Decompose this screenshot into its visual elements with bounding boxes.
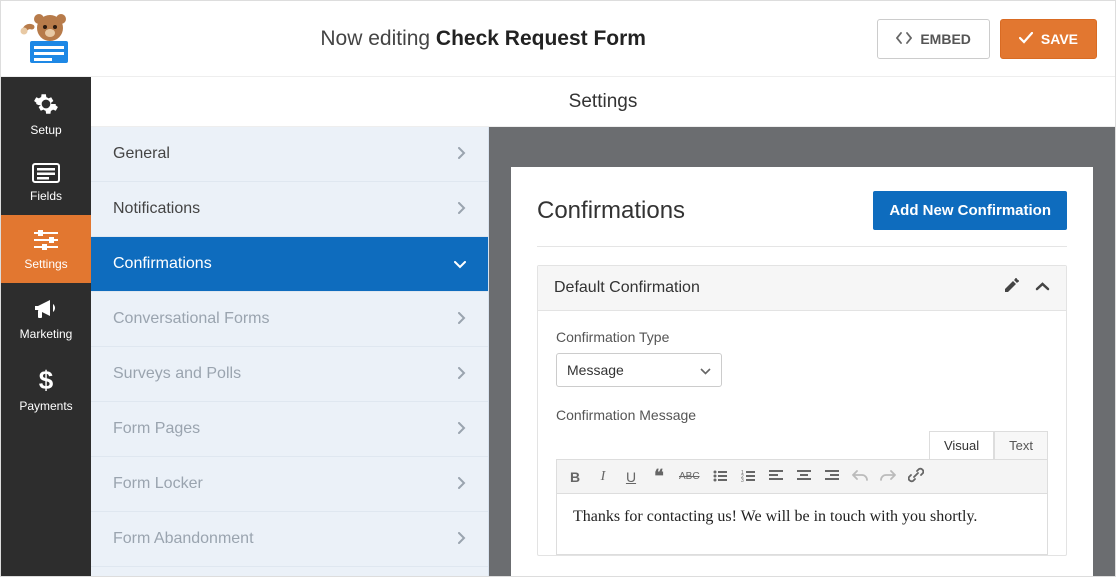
settings-item-conversational-forms[interactable]: Conversational Forms [91, 292, 488, 347]
list-icon [32, 163, 60, 183]
underline-icon[interactable]: U [623, 469, 639, 485]
nav-settings[interactable]: Settings [1, 215, 91, 283]
gear-icon [33, 91, 59, 117]
editing-prefix: Now editing [320, 27, 436, 50]
bullet-list-icon[interactable] [712, 469, 728, 485]
add-confirmation-button[interactable]: Add New Confirmation [873, 191, 1067, 230]
link-icon[interactable] [908, 467, 924, 486]
align-left-icon[interactable] [768, 469, 784, 485]
editor-tab-visual[interactable]: Visual [929, 431, 994, 459]
nav-label: Fields [30, 189, 62, 203]
nav-label: Settings [24, 257, 67, 271]
save-label: SAVE [1041, 31, 1078, 47]
select-value: Message [567, 362, 624, 378]
settings-item-label: Notifications [113, 200, 200, 218]
primary-nav: Setup Fields Settings Marketing $ Paymen… [1, 77, 91, 576]
confirmation-type-label: Confirmation Type [556, 329, 1048, 345]
settings-item-label: Form Abandonment [113, 530, 254, 548]
chevron-down-icon [700, 362, 711, 378]
settings-item-label: Form Locker [113, 475, 203, 493]
settings-item-label: Form Pages [113, 420, 200, 438]
numbered-list-icon[interactable]: 123 [740, 469, 756, 485]
settings-item-surveys-and-polls[interactable]: Surveys and Polls [91, 347, 488, 402]
settings-item-label: Conversational Forms [113, 310, 270, 328]
align-center-icon[interactable] [796, 469, 812, 485]
redo-icon[interactable] [880, 468, 896, 485]
chevron-right-icon [458, 311, 466, 327]
save-button[interactable]: SAVE [1000, 19, 1097, 59]
chevron-right-icon [458, 366, 466, 382]
chevron-right-icon [458, 201, 466, 217]
megaphone-icon [33, 297, 59, 321]
undo-icon[interactable] [852, 468, 868, 485]
nav-payments[interactable]: $ Payments [1, 353, 91, 425]
settings-item-notifications[interactable]: Notifications [91, 182, 488, 237]
nav-fields[interactable]: Fields [1, 149, 91, 215]
nav-setup[interactable]: Setup [1, 77, 91, 149]
settings-item-form-locker[interactable]: Form Locker [91, 457, 488, 512]
main-panel: Confirmations Add New Confirmation Defau… [489, 127, 1115, 576]
section-header: Settings [91, 77, 1115, 127]
chevron-right-icon [458, 421, 466, 437]
nav-label: Marketing [20, 327, 73, 341]
page-title: Now editing Check Request Form [89, 27, 877, 51]
quote-icon[interactable]: ❝ [651, 466, 667, 487]
settings-item-general[interactable]: General [91, 127, 488, 182]
chevron-up-icon[interactable] [1035, 278, 1050, 298]
editor-tab-text[interactable]: Text [994, 431, 1048, 459]
settings-item-label: General [113, 145, 170, 163]
nav-label: Payments [19, 399, 72, 413]
dollar-icon: $ [1, 367, 91, 393]
settings-item-form-abandonment[interactable]: Form Abandonment [91, 512, 488, 567]
sliders-icon [32, 229, 60, 251]
settings-submenu[interactable]: General Notifications Confirmations Convers… [91, 127, 489, 576]
panel-title: Confirmations [537, 197, 685, 225]
confirmation-header[interactable]: Default Confirmation [538, 266, 1066, 311]
chevron-down-icon [454, 256, 466, 272]
message-editor[interactable]: Thanks for contacting us! We will be in … [557, 494, 1047, 554]
form-name: Check Request Form [436, 27, 646, 50]
chevron-right-icon [458, 531, 466, 547]
chevron-right-icon [458, 476, 466, 492]
align-right-icon[interactable] [824, 469, 840, 485]
svg-text:3: 3 [741, 478, 744, 482]
settings-item-form-pages[interactable]: Form Pages [91, 402, 488, 457]
embed-button[interactable]: EMBED [877, 19, 990, 59]
embed-label: EMBED [920, 31, 971, 47]
app-logo [19, 12, 77, 66]
nav-marketing[interactable]: Marketing [1, 283, 91, 353]
bold-icon[interactable]: B [567, 469, 583, 485]
section-title: Settings [569, 91, 638, 113]
confirmation-type-select[interactable]: Message [556, 353, 722, 387]
chevron-right-icon [458, 146, 466, 162]
confirmation-name: Default Confirmation [554, 279, 700, 297]
nav-label: Setup [30, 123, 61, 137]
settings-item-label: Confirmations [113, 255, 212, 273]
settings-item-confirmations[interactable]: Confirmations [91, 237, 488, 292]
settings-item-label: Surveys and Polls [113, 365, 241, 383]
code-icon [896, 31, 912, 47]
pencil-icon[interactable] [1004, 278, 1019, 298]
check-icon [1019, 31, 1033, 47]
editor-toolbar: B I U ❝ ABC 123 [557, 460, 1047, 494]
confirmation-message-label: Confirmation Message [556, 407, 1048, 423]
italic-icon[interactable]: I [595, 469, 611, 485]
strikethrough-icon[interactable]: ABC [679, 471, 700, 482]
